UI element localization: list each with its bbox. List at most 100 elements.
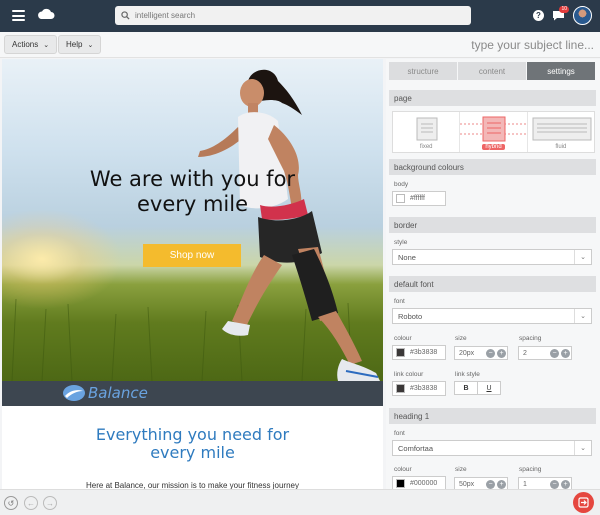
exit-editor-icon[interactable] [573, 492, 594, 513]
section-title-line-2: every mile [150, 443, 235, 462]
brand-name: Balance [88, 384, 148, 402]
hero-title[interactable]: We are with you for every mile [2, 167, 383, 217]
fluid-layout-icon [532, 117, 592, 141]
default-font-select[interactable]: Roboto ⌄ [392, 308, 592, 324]
tab-content[interactable]: content [458, 62, 527, 80]
link-style-label: link style [455, 371, 480, 378]
fixed-layout-icon [416, 117, 438, 141]
editor-toolbar: Actions ⌄ Help ⌄ type your subject line.… [0, 32, 600, 58]
minus-icon[interactable]: − [550, 480, 559, 489]
search-icon [121, 11, 130, 20]
minus-icon[interactable]: − [486, 480, 495, 489]
section-body[interactable]: Here at Balance, our mission is to make … [2, 481, 383, 489]
search-input[interactable]: intelligent search [115, 6, 471, 25]
cloud-logo-icon[interactable] [37, 8, 55, 20]
page-section-header[interactable]: page [389, 90, 596, 106]
default-colour-field[interactable]: #3b3838 [392, 345, 446, 360]
plus-icon[interactable]: + [497, 349, 506, 358]
heading-1-colour-field[interactable]: #000000 [392, 476, 446, 489]
link-colour-swatch [396, 384, 405, 393]
section-title-line-1: Everything you need for [95, 425, 290, 444]
layout-hybrid[interactable]: hybrid [460, 112, 529, 152]
default-font-label: font [394, 298, 405, 305]
user-avatar[interactable] [573, 6, 592, 25]
default-size-stepper[interactable]: 20px − + [454, 346, 508, 360]
email-canvas[interactable]: We are with you for every mile Shop now … [2, 59, 383, 489]
plus-icon[interactable]: + [497, 480, 506, 489]
heading-1-size-value: 50px [459, 480, 475, 488]
chevron-down-icon: ⌄ [574, 250, 591, 264]
default-font-value: Roboto [398, 311, 423, 321]
section-title[interactable]: Everything you need for every mile [2, 426, 383, 462]
notification-badge: 10 [559, 6, 569, 13]
default-size-value: 20px [459, 349, 475, 357]
body-colour-swatch [396, 194, 405, 203]
background-colours-header[interactable]: background colours [389, 159, 596, 175]
tab-settings[interactable]: settings [527, 62, 596, 80]
border-style-select[interactable]: None ⌄ [392, 249, 592, 265]
layout-fluid[interactable]: fluid [528, 112, 594, 152]
chevron-down-icon: ⌄ [574, 441, 591, 455]
heading-1-colour-swatch [396, 479, 405, 488]
brand-bar[interactable]: Balance [2, 381, 383, 406]
actions-button[interactable]: Actions ⌄ [4, 35, 58, 54]
bold-toggle[interactable]: B [454, 381, 478, 395]
history-icon[interactable]: ↺ [4, 496, 18, 510]
body-colour-value: #ffffff [410, 195, 425, 202]
default-colour-swatch [396, 348, 405, 357]
shop-now-button[interactable]: Shop now [143, 244, 241, 267]
border-header[interactable]: border [389, 217, 596, 233]
plus-icon[interactable]: + [561, 349, 570, 358]
chevron-down-icon: ⌄ [574, 309, 591, 323]
messages-icon[interactable]: 10 [552, 6, 569, 21]
layout-fluid-label: fluid [555, 144, 567, 150]
border-style-label: style [394, 239, 408, 246]
hero-title-line-2: every mile [136, 192, 249, 216]
heading-1-spacing-value: 1 [523, 480, 527, 488]
menu-icon[interactable] [12, 10, 25, 21]
heading-1-colour-value: #000000 [410, 480, 438, 487]
heading-1-size-stepper[interactable]: 50px − + [454, 477, 508, 489]
brand-swoosh-icon [63, 385, 85, 401]
actions-label: Actions [12, 40, 39, 49]
layout-fixed-label: fixed [419, 144, 433, 150]
undo-icon[interactable]: ← [24, 496, 38, 510]
brand-logo: Balance [62, 384, 148, 402]
panel-tabs: structure content settings [389, 62, 596, 80]
default-spacing-value: 2 [523, 349, 527, 357]
bottom-bar: ↺ ← → [0, 489, 600, 515]
heading-1-spacing-label: spacing [519, 466, 542, 473]
search-placeholder: intelligent search [135, 11, 196, 20]
page-layout-options: fixed hybrid fluid [392, 111, 595, 153]
heading-1-size-label: size [455, 466, 467, 473]
body-colour-label: body [394, 181, 409, 188]
minus-icon[interactable]: − [486, 349, 495, 358]
link-colour-field[interactable]: #3b3838 [392, 381, 446, 396]
border-style-value: None [398, 252, 416, 262]
help-button[interactable]: Help ⌄ [58, 35, 102, 54]
hero-image[interactable]: We are with you for every mile Shop now [2, 59, 383, 381]
help-icon[interactable]: ? [533, 10, 544, 21]
subject-line-input[interactable]: type your subject line... [471, 38, 594, 52]
plus-icon[interactable]: + [561, 480, 570, 489]
tab-structure[interactable]: structure [389, 62, 458, 80]
link-colour-label: link colour [394, 371, 424, 378]
underline-toggle[interactable]: U [477, 381, 501, 395]
hybrid-layout-icon [460, 116, 529, 142]
hero-title-line-1: We are with you for [89, 167, 296, 191]
body-colour-field[interactable]: #ffffff [392, 191, 446, 206]
default-colour-label: colour [394, 335, 412, 342]
default-font-header[interactable]: default font [389, 276, 596, 292]
default-size-label: size [455, 335, 467, 342]
redo-icon[interactable]: → [43, 496, 57, 510]
default-spacing-label: spacing [519, 335, 542, 342]
layout-fixed[interactable]: fixed [393, 112, 461, 152]
heading-1-font-select[interactable]: Comfortaa ⌄ [392, 440, 592, 456]
heading-1-font-label: font [394, 430, 405, 437]
heading-1-spacing-stepper[interactable]: 1 − + [518, 477, 572, 489]
default-spacing-stepper[interactable]: 2 − + [518, 346, 572, 360]
heading-1-font-value: Comfortaa [398, 443, 434, 453]
heading-1-header[interactable]: heading 1 [389, 408, 596, 424]
chevron-down-icon: ⌄ [87, 41, 94, 49]
minus-icon[interactable]: − [550, 349, 559, 358]
